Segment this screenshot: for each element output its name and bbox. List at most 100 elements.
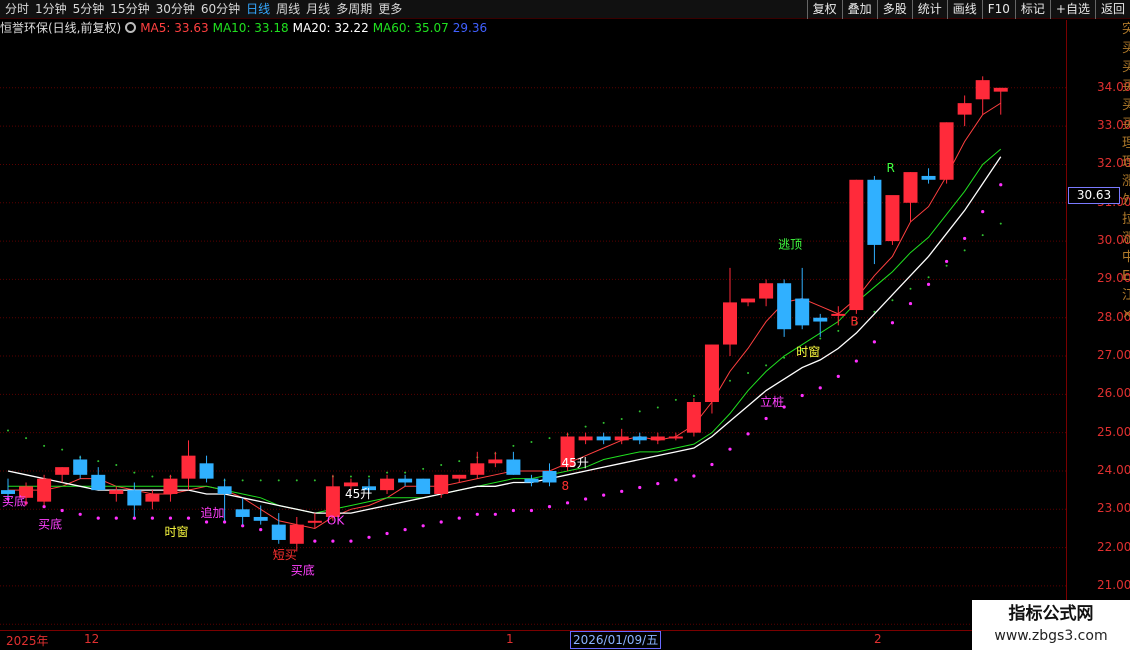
support-dot — [945, 264, 948, 267]
candle-body — [199, 463, 214, 479]
signal-label: 8 — [562, 479, 570, 493]
settings-icon[interactable] — [125, 22, 137, 33]
support-dot — [530, 441, 533, 444]
stop-dot — [259, 528, 263, 532]
watermark-url: www.zbgs3.com — [994, 628, 1108, 644]
period-tab[interactable]: 更多 — [375, 0, 405, 19]
strip-char: 中 — [1122, 250, 1130, 265]
candle-body — [181, 455, 196, 479]
stop-dot — [421, 524, 425, 528]
stop-dot — [584, 497, 588, 501]
candle-body — [37, 478, 52, 502]
stop-dot — [800, 393, 804, 398]
candle-body — [127, 490, 142, 506]
period-tab[interactable]: 日线 — [243, 0, 273, 19]
candle-body — [470, 463, 485, 475]
stop-dot — [204, 520, 209, 524]
stop-dot — [674, 478, 678, 482]
period-tab[interactable]: 多周期 — [333, 0, 375, 19]
xaxis-month-label: 1 — [506, 632, 514, 646]
support-dot — [747, 372, 750, 375]
support-dot — [765, 364, 768, 367]
strip-char: 买 — [1122, 117, 1130, 132]
tool-button[interactable]: 复权 — [806, 0, 842, 19]
strip-char: × — [1122, 307, 1130, 322]
strip-char: 涨 — [1122, 174, 1130, 189]
stop-dot — [547, 505, 552, 509]
support-dot — [43, 444, 46, 447]
support-dot — [909, 287, 912, 290]
candle-body — [650, 436, 665, 441]
stop-dot — [331, 539, 335, 543]
stock-title[interactable]: 恒誉环保(日线,前复权) — [0, 21, 121, 35]
period-tab[interactable]: 周线 — [273, 0, 303, 19]
candle-body — [921, 175, 936, 180]
candle-body — [452, 474, 467, 479]
period-tab[interactable]: 60分钟 — [198, 0, 243, 19]
candle-body — [723, 302, 737, 345]
candle-body — [867, 179, 882, 245]
candle-body — [488, 459, 503, 464]
support-dot — [259, 479, 262, 482]
support-dot — [386, 471, 389, 474]
support-dot — [151, 475, 154, 478]
candle-body — [109, 490, 124, 494]
tool-button[interactable]: 标记 — [1014, 0, 1050, 19]
candle-body — [596, 436, 611, 441]
candle-body — [325, 486, 340, 517]
support-dot — [638, 410, 641, 413]
tool-button[interactable]: F10 — [981, 0, 1015, 19]
candle-body — [253, 516, 268, 521]
candle-body — [217, 486, 232, 494]
candle-body — [289, 524, 304, 544]
candle-body — [686, 402, 701, 433]
support-dot — [422, 467, 425, 470]
support-dot — [927, 276, 930, 279]
support-dot — [729, 379, 731, 382]
signal-label: 买底 — [291, 562, 315, 577]
support-dot — [584, 425, 587, 428]
candle-body — [903, 172, 918, 203]
stop-dot — [981, 210, 985, 214]
stop-dot — [475, 512, 479, 516]
period-tab[interactable]: 1分钟 — [32, 0, 70, 19]
period-tab[interactable]: 15分钟 — [107, 0, 152, 19]
signal-label: 短买 — [273, 548, 297, 562]
xaxis-year-label: 2025年 — [6, 634, 49, 648]
support-dot — [837, 329, 840, 332]
candle-body — [813, 317, 828, 322]
stop-dot — [656, 482, 660, 486]
period-tab[interactable]: 分时 — [2, 0, 32, 19]
tool-button[interactable]: 统计 — [911, 0, 947, 19]
support-dot — [548, 437, 551, 440]
candle-body — [885, 195, 900, 242]
period-tab[interactable]: 5分钟 — [70, 0, 108, 19]
candlestick-chart[interactable]: 买底买底时窗追加短买买底OK45升45升逃顶时窗立桩B8R — [0, 38, 1066, 630]
stop-dot — [890, 321, 895, 325]
signal-label: 买底 — [38, 516, 62, 531]
strip-char: 买 — [1122, 41, 1130, 56]
tool-button[interactable]: +自选 — [1049, 0, 1095, 19]
tool-button[interactable]: 多股 — [876, 0, 912, 19]
support-dot — [368, 475, 370, 478]
support-dot — [819, 337, 822, 340]
top-toolbar: 分时 1分钟 5分钟 15分钟 30分钟 60分钟 日线 周线 月线 多周期 更多 复权 叠加 多股 统计… — [0, 0, 1130, 19]
tool-button[interactable]: 叠加 — [841, 0, 877, 19]
candle-body — [55, 467, 70, 475]
period-tab[interactable]: 月线 — [303, 0, 333, 19]
tool-button[interactable]: 返回 — [1094, 0, 1130, 19]
stop-dot — [78, 512, 82, 516]
stop-dot — [132, 516, 136, 520]
ma-legend-item: MA20: 32.22 — [292, 21, 369, 35]
stop-dot — [764, 416, 768, 421]
strip-char: E — [1122, 269, 1130, 284]
stop-dot — [96, 516, 100, 520]
stop-dot — [313, 539, 317, 543]
stop-dot — [565, 501, 570, 505]
tool-button[interactable]: 画线 — [946, 0, 982, 19]
strip-char: 突 — [1122, 22, 1130, 37]
watermark: 指标公式网 www.zbgs3.com — [972, 600, 1130, 650]
period-tab[interactable]: 30分钟 — [153, 0, 198, 19]
signal-label: 买底 — [2, 493, 26, 508]
support-dot — [674, 398, 677, 401]
